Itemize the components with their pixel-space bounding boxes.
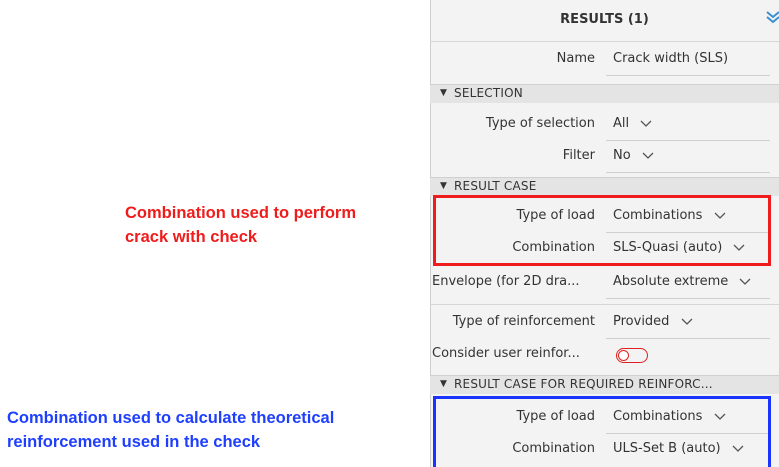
highlight-box-blue [433,396,771,467]
field-underline [606,172,770,173]
annotation-blue-line2: reinforcement used in the check [7,433,261,451]
filter-dropdown[interactable]: No [613,148,654,163]
separator [430,304,779,305]
reinforcement-type-value: Provided [613,314,670,329]
chevron-down-icon [681,318,693,325]
chevron-down-icon [642,152,654,159]
section-required-reinforcement[interactable]: ▼ RESULT CASE FOR REQUIRED REINFORC... [430,375,779,394]
envelope-dropdown[interactable]: Absolute extreme [613,274,751,289]
selection-type-row: Type of selection All [430,116,779,138]
annotation-red-line2: crack with check [125,228,258,246]
selection-type-value: All [613,116,630,131]
annotation-blue-line1: Combination used to calculate theoretica… [7,409,335,427]
separator [430,41,779,42]
highlight-box-red [433,195,771,266]
section-title: RESULT CASE FOR REQUIRED REINFORC... [454,377,713,391]
annotation-red: Combination used to perform crack with c… [125,201,356,249]
annotation-blue: Combination used to calculate theoretica… [7,406,334,454]
user-reinforcement-toggle[interactable] [616,348,648,363]
field-underline [606,75,770,76]
section-title: SELECTION [454,86,523,100]
selection-type-label: Type of selection [485,116,595,131]
annotation-red-line1: Combination used to perform [125,204,356,222]
filter-value: No [613,148,631,163]
filter-label: Filter [562,148,595,163]
name-label: Name [556,51,595,66]
filter-row: Filter No [430,148,779,170]
name-value[interactable]: Crack width (SLS) [613,51,728,66]
field-underline [606,338,770,339]
selection-type-dropdown[interactable]: All [613,116,652,131]
field-underline [606,298,770,299]
toggle-knob [618,349,629,361]
triangle-down-icon: ▼ [440,88,447,98]
chevron-down-icon [739,278,751,285]
user-reinforcement-label: Consider user reinfor... [432,346,580,361]
envelope-value: Absolute extreme [613,274,729,289]
triangle-down-icon: ▼ [440,379,447,389]
section-selection[interactable]: ▼ SELECTION [430,84,779,103]
section-result-case[interactable]: ▼ RESULT CASE [430,177,779,196]
envelope-label: Envelope (for 2D dra... [432,274,580,289]
collapse-chevrons-icon[interactable] [765,9,779,25]
reinforcement-type-dropdown[interactable]: Provided [613,314,693,329]
reinforcement-type-row: Type of reinforcement Provided [430,314,779,336]
user-reinforcement-row: Consider user reinfor... [430,346,779,368]
chevron-down-icon [640,120,652,127]
section-title: RESULT CASE [454,179,537,193]
reinforcement-type-label: Type of reinforcement [452,314,595,329]
name-row: Name Crack width (SLS) [430,51,779,73]
panel-title: RESULTS (1) [560,12,649,27]
triangle-down-icon: ▼ [440,181,447,191]
envelope-row: Envelope (for 2D dra... Absolute extreme [430,274,779,296]
field-underline [606,140,770,141]
